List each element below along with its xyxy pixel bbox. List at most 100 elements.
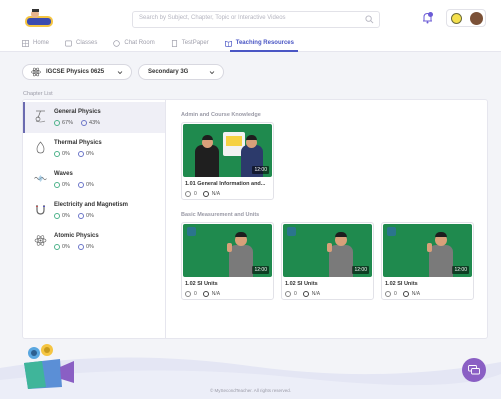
video-stats: 0 N/A: [385, 291, 426, 297]
classes-icon: [65, 40, 72, 46]
home-icon: [22, 39, 29, 47]
play-circle-icon: [77, 244, 84, 250]
video-thumbnail[interactable]: 12:00: [283, 224, 372, 277]
profile-menu[interactable]: [446, 9, 486, 27]
watched-percent: 0%: [85, 244, 94, 250]
nav-home-label: Home: [33, 40, 50, 46]
watched-percent: 43%: [89, 120, 101, 126]
video-card[interactable]: 12:00 1.02 SI Units 0 N/A: [181, 222, 274, 300]
play-circle-icon: [402, 291, 409, 297]
video-rating: N/A: [211, 291, 221, 297]
play-circle-icon: [202, 291, 209, 297]
video-content: Admin and Course Knowledge 12:00 1.01 Ge…: [173, 100, 487, 338]
testpaper-icon: [171, 39, 177, 47]
nav-teaching-resources-label: Teaching Resources: [235, 40, 294, 46]
chevron-down-icon: [117, 71, 123, 75]
nav-teaching-resources[interactable]: Teaching Resources: [224, 38, 294, 48]
watched-percent: 0%: [85, 213, 94, 219]
nav-chat-room[interactable]: Chat Room: [113, 38, 155, 48]
search-icon[interactable]: [365, 15, 374, 24]
view-count: 0: [294, 291, 297, 297]
subject-select[interactable]: IGCSE Physics 0625: [22, 64, 132, 80]
check-circle-icon: [54, 182, 60, 188]
school-badge-icon: [451, 13, 462, 24]
chapter-progress: 0% 0%: [54, 213, 102, 219]
chapter-progress: 0% 0%: [54, 244, 102, 250]
chapter-item-waves[interactable]: Waves 0% 0%: [25, 164, 167, 195]
video-title: 1.02 SI Units: [385, 281, 418, 287]
video-thumbnail[interactable]: 12:00: [183, 224, 272, 277]
chapter-list-heading: Chapter List: [23, 91, 53, 97]
channel-badge-icon: [387, 227, 396, 236]
completed-percent: 67%: [62, 120, 74, 126]
avatar: [470, 12, 483, 25]
copyright-footer: © MySecondTeacher. All rights reserved.: [209, 388, 292, 393]
book-icon: [224, 40, 232, 47]
video-thumbnail[interactable]: 12:00: [183, 124, 272, 177]
camera-mascot-icon: [24, 344, 74, 389]
my-second-teacher-logo[interactable]: [24, 8, 54, 30]
chapter-title: General Physics: [54, 109, 101, 115]
notification-dot: [428, 12, 433, 17]
chapter-list: General Physics 67% 43% Thermal Physics …: [23, 100, 166, 338]
atom-icon: [31, 67, 41, 77]
check-circle-icon: [54, 120, 60, 126]
view-count: 0: [394, 291, 397, 297]
section-title: Admin and Course Knowledge: [181, 112, 261, 118]
search-placeholder: Search by Subject, Chapter, Topic or Int…: [139, 15, 286, 21]
video-card[interactable]: 12:00 1.02 SI Units 0 N/A: [281, 222, 374, 300]
eye-icon: [185, 191, 191, 197]
video-card[interactable]: 12:00 1.02 SI Units 0 N/A: [381, 222, 474, 300]
chapter-item-atomic-physics[interactable]: Atomic Physics 0% 0%: [25, 226, 167, 257]
channel-badge-icon: [187, 227, 196, 236]
chat-bubble-icon: [468, 365, 480, 375]
video-stats: 0 N/A: [185, 191, 226, 197]
play-circle-icon: [77, 213, 84, 219]
nav-testpaper[interactable]: TestPaper: [171, 38, 209, 48]
nav-classes[interactable]: Classes: [65, 38, 97, 48]
chat-icon: [113, 39, 121, 47]
class-select-value: Secondary 3G: [148, 69, 189, 75]
eye-icon: [385, 291, 391, 297]
chapter-item-general-physics[interactable]: General Physics 67% 43%: [23, 102, 165, 133]
play-circle-icon: [77, 151, 84, 157]
main-panel: General Physics 67% 43% Thermal Physics …: [22, 99, 488, 339]
chapter-progress: 0% 0%: [54, 151, 102, 157]
video-duration: 12:00: [252, 166, 269, 174]
play-circle-icon: [202, 191, 209, 197]
class-select[interactable]: Secondary 3G: [138, 64, 224, 80]
video-stats: 0 N/A: [185, 291, 226, 297]
search-input[interactable]: Search by Subject, Chapter, Topic or Int…: [132, 11, 380, 28]
chevron-down-icon: [209, 71, 215, 75]
video-card[interactable]: 12:00 1.01 General Information and... 0 …: [181, 122, 274, 200]
chapter-progress: 67% 43%: [54, 120, 108, 126]
chat-button[interactable]: [462, 358, 486, 382]
chapter-item-electricity-magnetism[interactable]: Electricity and Magnetism 0% 0%: [25, 195, 167, 226]
chapter-title: Atomic Physics: [54, 233, 99, 239]
play-circle-icon: [302, 291, 309, 297]
video-duration: 12:00: [352, 266, 369, 274]
video-rating: N/A: [211, 191, 221, 197]
nav-classes-label: Classes: [76, 40, 98, 46]
completed-percent: 0%: [62, 213, 70, 219]
check-circle-icon: [54, 213, 60, 219]
view-count: 0: [194, 291, 197, 297]
eye-icon: [285, 291, 291, 297]
pendulum-icon: [35, 110, 46, 123]
chapter-progress: 0% 0%: [54, 182, 102, 188]
chapter-title: Electricity and Magnetism: [54, 202, 129, 208]
chapter-title: Waves: [54, 171, 73, 177]
video-rating: N/A: [311, 291, 321, 297]
section-title: Basic Measurement and Units: [181, 212, 260, 218]
atom-icon: [34, 235, 47, 246]
nav-home[interactable]: Home: [22, 38, 49, 48]
chapter-item-thermal-physics[interactable]: Thermal Physics 0% 0%: [25, 133, 167, 164]
play-circle-icon: [77, 182, 84, 188]
video-title: 1.02 SI Units: [185, 281, 218, 287]
magnet-icon: [36, 205, 45, 215]
video-rating: N/A: [411, 291, 421, 297]
video-title: 1.01 General Information and...: [185, 181, 266, 187]
video-thumbnail[interactable]: 12:00: [383, 224, 472, 277]
view-count: 0: [194, 191, 197, 197]
eye-icon: [185, 291, 191, 297]
